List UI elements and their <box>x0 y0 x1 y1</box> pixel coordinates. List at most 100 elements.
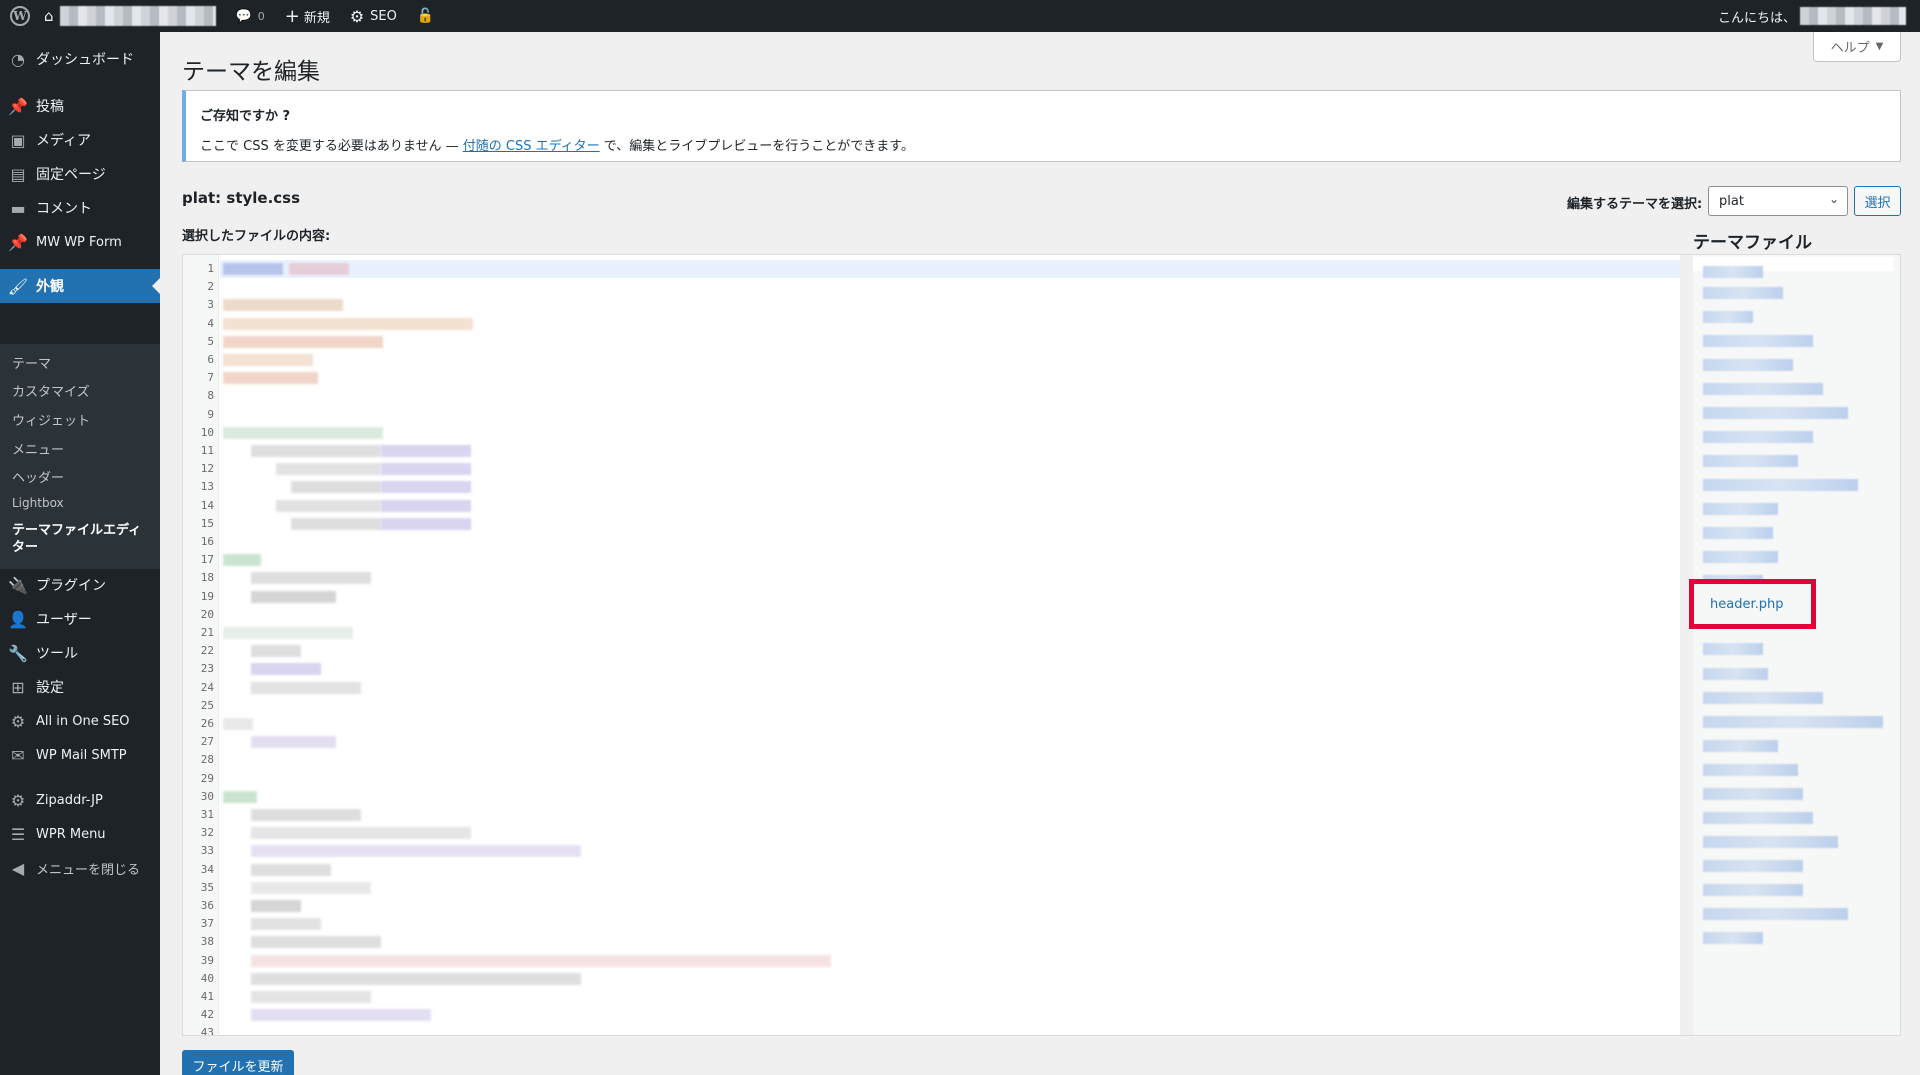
select-theme-button[interactable]: 選択 <box>1854 186 1901 216</box>
redacted-file-link[interactable] <box>1703 860 1803 872</box>
sidebar-item-zipaddr-jp[interactable]: ⚙ Zipaddr-JP <box>0 783 160 817</box>
comments-menu[interactable]: 💬 0 <box>226 0 275 32</box>
submenu-lightbox[interactable]: Lightbox <box>12 496 64 510</box>
sidebar-item-appearance[interactable]: 🖌 外観 <box>0 269 160 303</box>
redacted-file-link[interactable] <box>1703 668 1768 680</box>
submenu-theme-file-editor[interactable]: テーマファイルエディター <box>12 522 152 556</box>
theme-select[interactable]: plat ⌄ <box>1708 186 1848 216</box>
redacted-code-segment <box>251 663 321 676</box>
line-number: 24 <box>200 680 214 694</box>
redacted-file-link[interactable] <box>1703 407 1848 419</box>
redacted-file-link[interactable] <box>1703 551 1778 563</box>
sidebar-item-plugins[interactable]: 🔌 プラグイン <box>0 568 160 602</box>
redacted-file-link[interactable] <box>1703 266 1763 278</box>
sidebar-item-wp-mail-smtp[interactable]: ✉ WP Mail SMTP <box>0 738 160 772</box>
redacted-file-link[interactable] <box>1703 764 1798 776</box>
line-number: 5 <box>207 334 214 348</box>
file-link-header-php[interactable]: header.php <box>1710 597 1783 612</box>
brush-icon: 🖌 <box>7 276 29 296</box>
redacted-code-segment <box>223 627 353 639</box>
line-number: 43 <box>200 1026 214 1036</box>
sidebar-item-label: 外観 <box>36 279 64 295</box>
redacted-code-segment <box>223 335 383 348</box>
redacted-file-link[interactable] <box>1703 932 1763 944</box>
redacted-code-segment <box>251 954 831 967</box>
sidebar-item-media[interactable]: ▣ メディア <box>0 123 160 157</box>
sidebar-item-mw-wp-form[interactable]: 📌 MW WP Form <box>0 225 160 259</box>
submenu-customize[interactable]: カスタマイズ <box>12 381 90 400</box>
redacted-code-segment <box>251 900 301 912</box>
submenu-menus[interactable]: メニュー <box>12 439 64 458</box>
redacted-file-link[interactable] <box>1703 335 1813 347</box>
sidebar-collapse-button[interactable]: ◀ メニューを閉じる <box>0 851 160 885</box>
redacted-file-link[interactable] <box>1703 479 1858 491</box>
wrench-icon: 🔧 <box>8 643 28 663</box>
sidebar-item-label: Zipaddr-JP <box>36 792 103 808</box>
redacted-file-link[interactable] <box>1703 311 1753 323</box>
new-content-menu[interactable]: + 新規 <box>275 0 340 32</box>
redacted-file-link[interactable] <box>1703 383 1823 395</box>
redacted-code-segment <box>251 991 371 1003</box>
active-line-highlight <box>220 260 1700 278</box>
submenu-header[interactable]: ヘッダー <box>12 467 64 486</box>
seo-menu[interactable]: ⚙ SEO <box>340 0 407 32</box>
sidebar-item-dashboard[interactable]: ◔ ダッシュボード <box>0 42 160 76</box>
sidebar-item-wpr-menu[interactable]: ☰ WPR Menu <box>0 817 160 851</box>
my-account-menu[interactable]: こんにちは、 <box>1718 0 1906 32</box>
submenu-widgets[interactable]: ウィジェット <box>12 410 90 429</box>
wp-logo-menu[interactable]: W <box>0 0 40 32</box>
redacted-file-link[interactable] <box>1703 503 1778 515</box>
redacted-file-link[interactable] <box>1703 884 1803 896</box>
redacted-file-link[interactable] <box>1703 788 1803 800</box>
redacted-file-link[interactable] <box>1703 908 1848 920</box>
sidebar-item-comments[interactable]: ▬ コメント <box>0 191 160 225</box>
sidebar-item-pages[interactable]: ▤ 固定ページ <box>0 157 160 191</box>
redacted-file-link[interactable] <box>1703 692 1823 704</box>
redacted-file-link[interactable] <box>1703 836 1838 848</box>
aioseo-icon: ⚙ <box>349 6 365 26</box>
line-number: 18 <box>200 571 214 585</box>
redacted-file-link[interactable] <box>1703 359 1793 371</box>
info-notice: ご存知ですか ? ここで CSS を変更する必要はありません — 付随の CSS… <box>182 90 1901 162</box>
update-file-button[interactable]: ファイルを更新 <box>182 1050 294 1075</box>
new-label: 新規 <box>303 10 330 26</box>
css-editor-link[interactable]: 付随の CSS エディター <box>463 139 600 154</box>
lock-menu[interactable]: 🔓 <box>407 0 444 32</box>
line-number: 35 <box>200 880 214 894</box>
admin-bar: W ⌂ 💬 0 + 新規 ⚙ SEO 🔓 こんにちは、 <box>0 0 1920 32</box>
redacted-file-link[interactable] <box>1703 455 1798 467</box>
redacted-file-link[interactable] <box>1703 431 1813 443</box>
redacted-file-link[interactable] <box>1703 643 1763 655</box>
redacted-file-link[interactable] <box>1703 716 1883 728</box>
aioseo-icon: ⚙ <box>10 711 26 731</box>
redacted-code-segment <box>251 681 361 694</box>
code-editor[interactable]: 1 2 3 4 5 6 7 8 9 10 11 12 13 14 15 16 17 18 19 20 21 22 23 24 2… <box>182 254 1701 1036</box>
user-icon: 👤 <box>8 609 28 629</box>
sidebar-item-tools[interactable]: 🔧 ツール <box>0 636 160 670</box>
line-number: 26 <box>200 717 214 730</box>
comment-bubble-icon: 💬 <box>235 8 252 24</box>
submenu-themes[interactable]: テーマ <box>12 353 51 372</box>
help-label: ヘルプ <box>1830 41 1870 56</box>
line-number: 22 <box>200 644 214 658</box>
redacted-file-link[interactable] <box>1703 527 1773 539</box>
settings-icon: ⊞ <box>11 677 25 697</box>
sidebar-item-label: 設定 <box>36 680 64 696</box>
sidebar-item-users[interactable]: 👤 ユーザー <box>0 602 160 636</box>
redacted-file-link[interactable] <box>1703 287 1783 299</box>
redacted-file-link[interactable] <box>1703 740 1778 752</box>
sidebar-item-posts[interactable]: 📌 投稿 <box>0 89 160 123</box>
line-number: 17 <box>200 553 214 567</box>
line-number: 34 <box>200 862 214 876</box>
help-tab-button[interactable]: ヘルプ ▼ <box>1813 32 1901 62</box>
redacted-file-link[interactable] <box>1703 812 1813 824</box>
redacted-code-segment <box>251 645 301 658</box>
site-name-menu[interactable]: ⌂ <box>40 0 226 32</box>
line-number: 31 <box>200 808 214 821</box>
sidebar-item-label: All in One SEO <box>36 713 130 729</box>
sidebar-item-all-in-one-seo[interactable]: ⚙ All in One SEO <box>0 704 160 738</box>
sidebar-item-settings[interactable]: ⊞ 設定 <box>0 670 160 704</box>
line-number: 9 <box>207 407 214 421</box>
comment-icon: ▬ <box>10 198 26 218</box>
theme-file-list[interactable] <box>1693 254 1901 1036</box>
